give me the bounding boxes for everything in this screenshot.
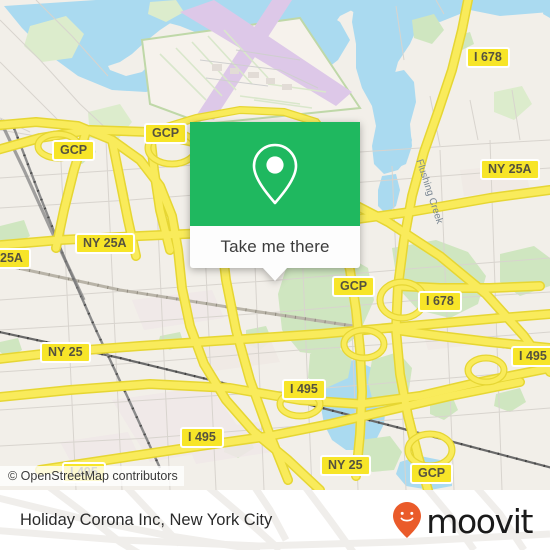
highway-shield-ny25a-east[interactable]: NY 25A	[480, 159, 540, 180]
highway-shield-i678-mid[interactable]: I 678	[418, 291, 462, 312]
location-popup-card[interactable]: Take me there	[190, 122, 360, 281]
footer-bar: Holiday Corona Inc, New York City moovit	[0, 490, 550, 550]
highway-shield-ny25-south[interactable]: NY 25	[320, 455, 371, 476]
highway-shield-gcp-upper[interactable]: GCP	[144, 123, 188, 144]
popup-icon-area	[190, 122, 360, 226]
highway-shield-ny25-west[interactable]: NY 25	[40, 342, 91, 363]
highway-shield-gcp-mid[interactable]: GCP	[332, 276, 376, 297]
highway-shield-i495-lower[interactable]: I 495	[180, 427, 224, 448]
moovit-map-screenshot: Flushing Creek I 678 GCP GCP NY 25A NY 2…	[0, 0, 550, 550]
highway-shield-i495-east[interactable]: I 495	[511, 346, 550, 367]
highway-shield-gcp-left[interactable]: GCP	[52, 140, 96, 161]
highway-shield-ny25a-west[interactable]: NY 25A	[75, 233, 135, 254]
highway-shield-i678-north[interactable]: I 678	[466, 47, 510, 68]
moovit-logo[interactable]: moovit	[392, 490, 533, 550]
take-me-there-label: Take me there	[220, 237, 330, 256]
highway-shield-i495-mid[interactable]: I 495	[282, 379, 326, 400]
moovit-wordmark: moovit	[426, 501, 533, 541]
osm-attribution[interactable]: © OpenStreetMap contributors	[0, 466, 184, 486]
highway-shield-25a-edge[interactable]: 25A	[0, 248, 31, 269]
location-pin-icon	[252, 143, 298, 205]
moovit-smiley-pin-icon	[393, 502, 422, 538]
place-name-label: Holiday Corona Inc, New York City	[20, 510, 273, 529]
popup-action-area[interactable]: Take me there	[190, 226, 360, 281]
highway-shield-gcp-south[interactable]: GCP	[410, 463, 454, 484]
popup-pointer-tail	[262, 267, 288, 281]
